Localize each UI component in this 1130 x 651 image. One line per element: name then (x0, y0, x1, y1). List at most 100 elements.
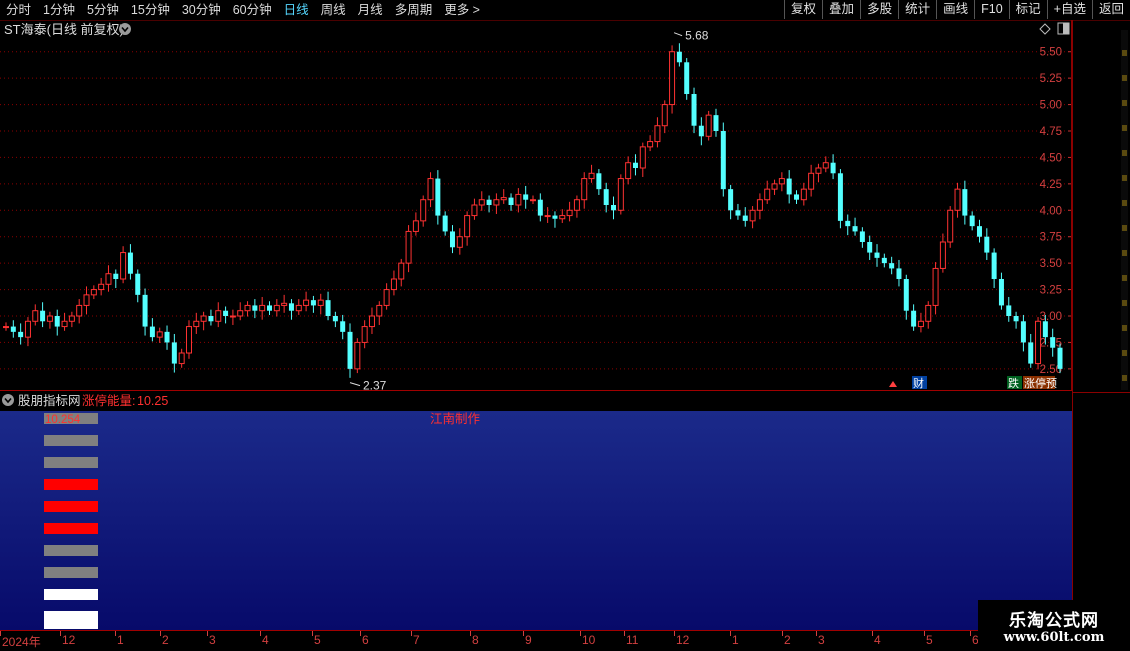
candle-body (54, 316, 60, 327)
candle-body (1028, 342, 1034, 364)
period-tab-4[interactable]: 30分钟 (176, 0, 227, 20)
period-tab-6[interactable]: 日线 (278, 0, 315, 20)
candlestick-chart[interactable]: 2.502.753.003.253.503.754.004.254.504.75… (0, 20, 1072, 390)
candle-body (954, 188, 961, 211)
y-tick-label: 5.00 (1040, 100, 1062, 112)
candle-body (237, 310, 244, 317)
panel-toggle-icon[interactable] (1057, 22, 1070, 35)
title-dropdown-icon[interactable] (119, 23, 131, 35)
indicator-name[interactable]: 股朋指标网 (18, 393, 81, 408)
finance-badge-label: 财 (913, 376, 924, 390)
candle-body (259, 304, 266, 312)
candle-body (581, 178, 588, 201)
candle-body (478, 199, 485, 206)
period-tab-1[interactable]: 1分钟 (37, 0, 81, 20)
candle-body (822, 162, 829, 169)
date-tick (60, 631, 61, 636)
candle-body (317, 299, 324, 306)
tool-button-1[interactable]: 叠加 (822, 0, 860, 19)
candle-body (281, 302, 288, 306)
candle-body (135, 273, 141, 295)
watermark-logo: 乐淘公式网 www.60lt.com (978, 600, 1130, 650)
candle-body (713, 115, 719, 131)
candle-body (639, 146, 646, 169)
candle-body (267, 305, 272, 311)
tool-button-2[interactable]: 多股 (860, 0, 898, 19)
date-axis: 2024年 12 1 2 3 4 5 6 7 8 9 10 11 12 1 2 3 4 5 6 (0, 630, 1072, 651)
side-scrollbar[interactable] (1118, 30, 1130, 390)
candle-body (18, 331, 24, 338)
right-side-panel[interactable] (1072, 20, 1130, 630)
candle-body (46, 315, 53, 322)
tool-button-4[interactable]: 画线 (936, 0, 974, 19)
candle-body (76, 304, 83, 317)
candle-body (456, 236, 463, 248)
energy-bar (44, 501, 98, 512)
date-tick (580, 631, 581, 636)
candle-body (113, 273, 119, 279)
date-label: 1 (117, 633, 124, 647)
period-tab-9[interactable]: 多周期 (389, 0, 439, 20)
candle-body (252, 305, 258, 311)
author-label: 江南制作 (430, 411, 481, 426)
indicator-value: 10.25 (137, 394, 168, 408)
tool-button-0[interactable]: 复权 (784, 0, 822, 19)
watermark-url: www.60lt.com (1003, 630, 1105, 645)
candle-body (647, 141, 654, 148)
candle-body (742, 215, 748, 221)
candle-body (303, 299, 310, 306)
down-badge-label: 跌 (1008, 376, 1019, 390)
y-tick-label: 4.50 (1040, 152, 1062, 164)
tool-button-7[interactable]: +自选 (1046, 0, 1092, 19)
candle-body (83, 294, 90, 306)
tool-buttons: 复权 叠加 多股 统计 画线 F10 标记 +自选 返回 (784, 0, 1130, 20)
date-tick (872, 631, 873, 636)
diamond-icon[interactable] (1039, 23, 1051, 35)
candle-body (669, 51, 676, 106)
period-tab-0[interactable]: 分时 (0, 0, 37, 20)
date-tick (782, 631, 783, 636)
period-tab-8[interactable]: 月线 (352, 0, 389, 20)
period-tab-5[interactable]: 60分钟 (227, 0, 278, 20)
date-label: 3 (818, 633, 825, 647)
indicator-label: 涨停能量: (82, 393, 135, 408)
candle-body (596, 173, 602, 190)
period-tab-2[interactable]: 5分钟 (81, 0, 125, 20)
tool-button-5[interactable]: F10 (974, 0, 1009, 19)
candle-body (223, 310, 229, 316)
low-pointer (349, 382, 361, 387)
candle-body (530, 199, 536, 202)
indicator-dropdown-icon[interactable] (2, 394, 14, 406)
candle-body (889, 263, 895, 269)
date-label: 4 (262, 633, 269, 647)
energy-bar (44, 435, 98, 446)
candle-body (105, 273, 112, 285)
energy-bar (44, 567, 98, 578)
candle-body (68, 315, 75, 322)
y-tick-label: 3.25 (1040, 285, 1062, 297)
candle-body (911, 310, 917, 327)
indicator-panel[interactable]: 股朋指标网 涨停能量: 10.25 10.254 江南制作 (0, 391, 1072, 630)
candle-body (756, 199, 763, 211)
candle-body (244, 304, 251, 312)
candle-body (976, 226, 982, 237)
candle-body (288, 303, 294, 311)
date-tick (470, 631, 471, 636)
tool-button-3[interactable]: 统计 (898, 0, 936, 19)
tool-button-6[interactable]: 标记 (1008, 0, 1047, 19)
period-tab-10[interactable]: 更多 > (438, 0, 486, 20)
candle-body (1013, 316, 1019, 322)
period-tab-7[interactable]: 周线 (315, 0, 352, 20)
candle-body (523, 194, 529, 200)
candle-body (794, 194, 799, 200)
candle-body (932, 267, 939, 306)
candle-body (449, 231, 455, 248)
candle-body (625, 162, 632, 180)
stock-title[interactable]: ST海泰(日线 前复权) (4, 22, 124, 37)
period-tab-3[interactable]: 15分钟 (125, 0, 176, 20)
tool-button-8[interactable]: 返回 (1091, 0, 1130, 19)
candle-body (200, 315, 207, 322)
candle-body (1006, 305, 1012, 316)
candle-body (24, 320, 31, 338)
date-label: 6 (362, 633, 369, 647)
